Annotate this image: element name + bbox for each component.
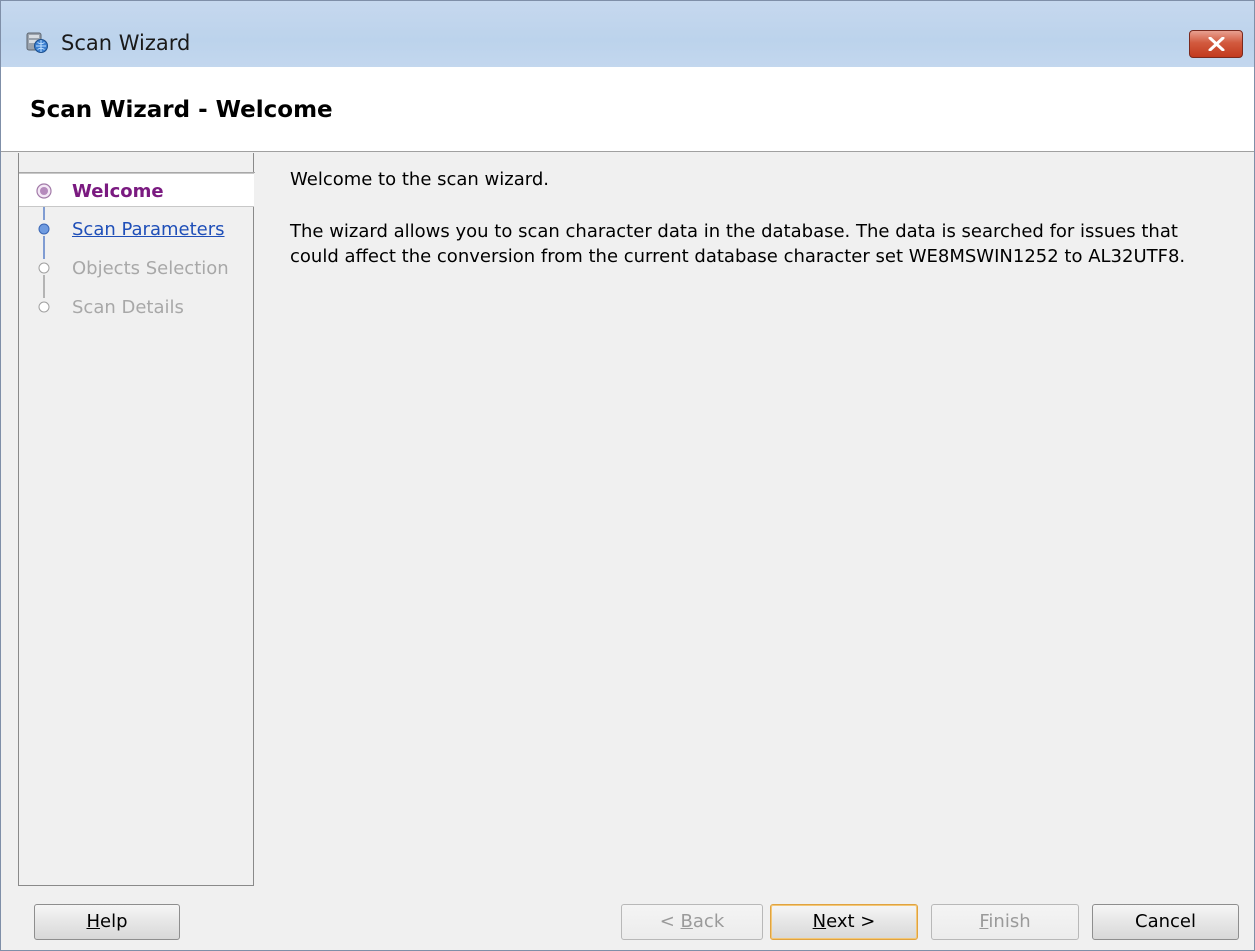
help-label-rest: elp	[100, 911, 128, 932]
step-scan-parameters[interactable]: Scan Parameters	[19, 212, 254, 246]
help-mnemonic: H	[86, 911, 101, 932]
help-button[interactable]: Help	[34, 904, 180, 940]
close-x-icon	[1208, 37, 1225, 51]
welcome-text: Welcome to the scan wizard.	[290, 169, 549, 190]
back-label-rest: ack	[692, 911, 725, 932]
next-label-rest: ext >	[826, 911, 876, 932]
step-dot-disabled-icon	[38, 262, 50, 274]
database-globe-icon	[26, 32, 48, 53]
step-label-objects-selection: Objects Selection	[72, 258, 229, 279]
finish-label-rest: inish	[988, 911, 1031, 932]
step-scan-details: Scan Details	[19, 290, 254, 324]
step-dot-disabled-icon	[38, 301, 50, 313]
step-label-scan-details: Scan Details	[72, 297, 184, 318]
button-bar: Help < Back Next > Finish Cancel	[1, 886, 1254, 950]
current-step-icon	[36, 183, 52, 199]
step-dot-icon	[38, 223, 50, 235]
title-bar[interactable]: Scan Wizard	[1, 1, 1254, 67]
description-text: The wizard allows you to scan character …	[290, 221, 1186, 267]
back-mnemonic: B	[680, 911, 693, 932]
close-button[interactable]	[1189, 30, 1243, 58]
step-objects-selection: Objects Selection	[19, 251, 254, 285]
wizard-steps-panel: Welcome Scan Parameters Objects Selectio…	[18, 153, 255, 886]
finish-button[interactable]: Finish	[931, 904, 1079, 940]
step-label-scan-parameters[interactable]: Scan Parameters	[72, 219, 225, 240]
cancel-button[interactable]: Cancel	[1092, 904, 1239, 940]
back-button[interactable]: < Back	[621, 904, 763, 940]
page-title: Scan Wizard - Welcome	[30, 97, 333, 123]
next-mnemonic: N	[812, 911, 827, 932]
scan-wizard-window: Scan Wizard Scan Wizard - Welcome Welcom…	[0, 0, 1255, 951]
wizard-content: Welcome to the scan wizard. The wizard a…	[255, 153, 1254, 886]
step-label-welcome: Welcome	[72, 181, 164, 202]
step-welcome[interactable]: Welcome	[19, 173, 254, 207]
wizard-header: Scan Wizard - Welcome	[1, 67, 1254, 152]
window-title: Scan Wizard	[61, 31, 191, 55]
back-prefix: <	[659, 911, 681, 932]
next-button[interactable]: Next >	[770, 904, 918, 940]
